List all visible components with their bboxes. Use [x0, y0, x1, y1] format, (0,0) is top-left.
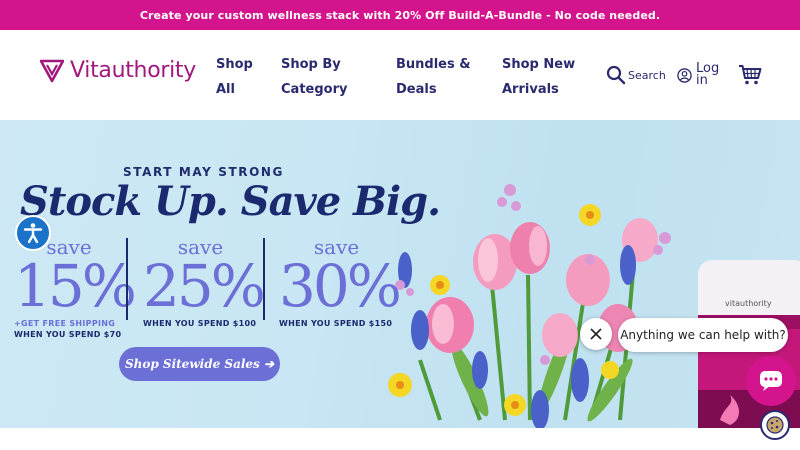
login-label: Log in [696, 61, 720, 88]
nav-bundles-deals-line2: Deals [396, 82, 437, 97]
offer-25-percent: 25% [143, 252, 266, 320]
offer-15-threshold: WHEN YOU SPEND $70 [14, 330, 122, 339]
user-icon [677, 67, 692, 83]
nav-shop-new-arrivals-line2: Arrivals [502, 82, 559, 97]
search-label: Search [628, 68, 666, 82]
logo-text: Vitauthority [70, 58, 196, 83]
hero-banner[interactable]: vitauthority START MAY STRONG Stock Up. … [0, 120, 800, 428]
chat-icon [760, 371, 782, 391]
site-header: Vitauthority Shop All Shop By Category B… [0, 30, 800, 120]
chat-prompt-text: Anything we can help with? [620, 328, 786, 342]
offer-30-percent: 30% [279, 252, 402, 320]
hero-title: Stock Up. Save Big. [20, 178, 441, 225]
offer-divider [263, 238, 265, 320]
offer-15: save 15% +GET FREE SHIPPING WHEN YOU SPE… [14, 236, 137, 340]
chat-launcher-button[interactable] [746, 356, 796, 406]
offer-30: save 30% WHEN YOU SPEND $150 [279, 236, 402, 329]
nav-shop-new-arrivals-line1: Shop New [502, 57, 576, 72]
offer-30-note: WHEN YOU SPEND $150 [279, 319, 393, 328]
cookie-icon [766, 416, 784, 434]
offer-15-percent: 15% [14, 252, 137, 320]
offer-divider [126, 238, 128, 320]
nav-shop-all-line1: Shop [216, 57, 253, 72]
announcement-text: Create your custom wellness stack with 2… [139, 8, 661, 22]
accessibility-button[interactable] [15, 215, 51, 251]
logo-mark-icon [40, 59, 64, 82]
nav-shop-by-category[interactable]: Shop By Category [281, 52, 347, 102]
search-icon [606, 65, 626, 85]
nav-bundles-deals[interactable]: Bundles & Deals [396, 52, 471, 102]
nav-shop-by-category-line1: Shop By [281, 57, 341, 72]
login-button[interactable]: Log in [677, 61, 726, 88]
close-icon [590, 328, 602, 340]
product-jar-label: vitauthority [725, 299, 772, 308]
logo[interactable]: Vitauthority [40, 58, 196, 83]
cookie-settings-button[interactable] [760, 410, 790, 440]
nav-shop-all-line2: All [216, 82, 235, 97]
shop-sitewide-sales-button[interactable]: Shop Sitewide Sales ➔ [119, 347, 280, 381]
hero-eyebrow: START MAY STRONG [123, 165, 284, 179]
search-button[interactable]: Search [606, 65, 666, 85]
offer-15-note: +GET FREE SHIPPING WHEN YOU SPEND $70 [14, 318, 124, 340]
offer-15-shipping-note: +GET FREE SHIPPING [14, 319, 116, 328]
cart-icon [739, 65, 762, 85]
chat-prompt-bubble[interactable]: Anything we can help with? [618, 318, 788, 352]
spring-flowers-image: vitauthority [388, 184, 800, 428]
offer-25: save 25% WHEN YOU SPEND $100 [143, 236, 266, 329]
nav-shop-by-category-line2: Category [281, 82, 348, 97]
nav-shop-all[interactable]: Shop All [216, 52, 253, 102]
nav-bundles-deals-line1: Bundles & [396, 57, 471, 72]
offer-25-note: WHEN YOU SPEND $100 [143, 319, 257, 328]
chat-close-button[interactable] [580, 318, 612, 350]
accessibility-icon [23, 223, 43, 244]
announcement-bar[interactable]: Create your custom wellness stack with 2… [0, 0, 800, 30]
nav-shop-new-arrivals[interactable]: Shop New Arrivals [502, 52, 575, 102]
cart-button[interactable] [738, 64, 762, 90]
